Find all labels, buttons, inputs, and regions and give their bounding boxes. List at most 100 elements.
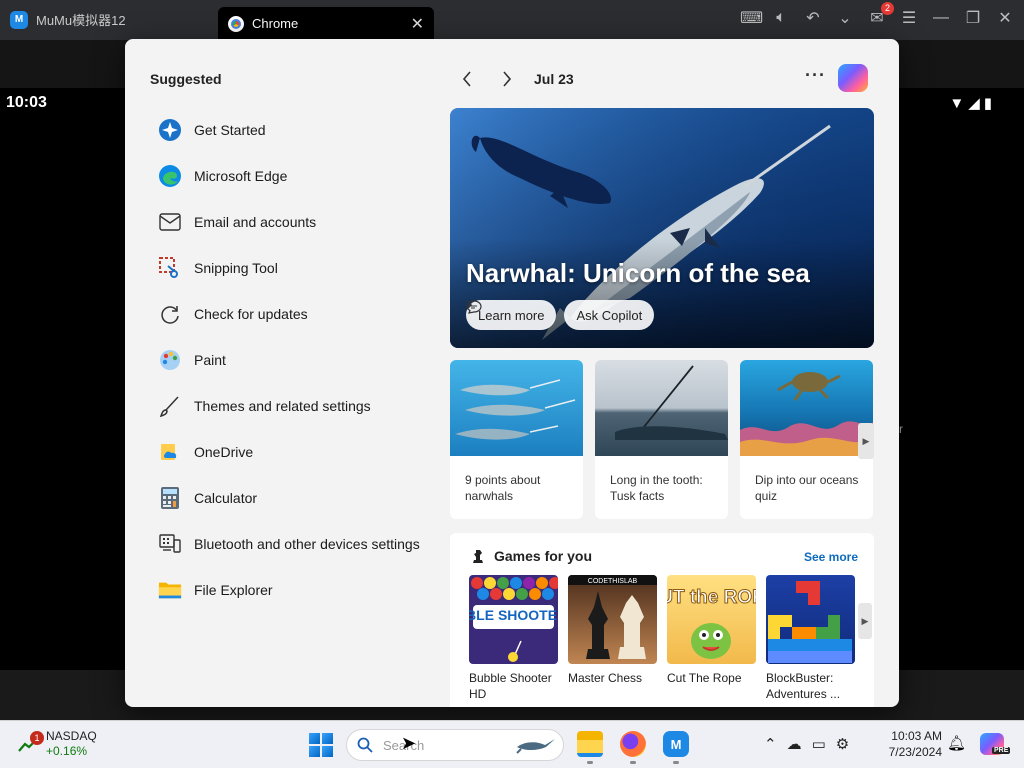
article-card[interactable]: Long in the tooth: Tusk facts: [595, 360, 728, 519]
games-header: Games for you: [470, 548, 592, 564]
game-name: Master Chess: [568, 671, 643, 685]
scroll-right-button[interactable]: ▶: [858, 423, 874, 459]
volume-icon[interactable]: 🔈︎: [772, 9, 790, 27]
suggested-item-label: Email and accounts: [194, 214, 317, 230]
menu-icon[interactable]: ☰: [900, 8, 918, 28]
firefox-taskbar-icon[interactable]: [620, 731, 646, 757]
android-status-icons: ▼◢▮: [949, 94, 996, 112]
chevron-up-icon[interactable]: ⌃: [764, 735, 777, 753]
ask-copilot-button[interactable]: Ask Copilot: [466, 300, 655, 330]
firefox-running-indicator: [630, 761, 636, 764]
hero-title[interactable]: Narwhal: Unicorn of the sea: [466, 258, 810, 289]
restore-icon[interactable]: ❐: [964, 8, 982, 28]
see-more-link[interactable]: See more: [804, 550, 858, 564]
back-icon[interactable]: ↶: [804, 8, 822, 28]
suggested-item-onedrive[interactable]: OneDrive: [158, 429, 420, 475]
master-chess-art: CODETHISLAB: [568, 575, 657, 659]
calculator-icon: [158, 486, 182, 510]
suggested-item-calculator[interactable]: Calculator: [158, 475, 420, 521]
keyboard-icon[interactable]: ⌨: [740, 8, 763, 28]
paint-icon: [158, 348, 182, 372]
suggested-item-updates[interactable]: Check for updates: [158, 291, 420, 337]
display-icon[interactable]: ▭: [812, 735, 826, 753]
cloud-offline-icon[interactable]: ☁: [787, 735, 802, 753]
stock-widget[interactable]: 1 NASDAQ +0.16%: [18, 729, 97, 759]
close-tab-icon[interactable]: ✕: [411, 14, 424, 34]
suggested-item-label: File Explorer: [194, 582, 273, 598]
wifi-icon: ▼: [949, 95, 969, 112]
sea-turtle-image: [740, 372, 873, 456]
chevron-down-icon[interactable]: ⌄: [836, 8, 854, 28]
article-card[interactable]: Dip into our oceans quiz: [740, 360, 873, 519]
game-tile[interactable]: BlockBuster: Adventures ...: [766, 575, 855, 702]
suggested-item-snipping[interactable]: Snipping Tool: [158, 245, 420, 291]
games-section: Games for you See more BUBBLE SHOOTER HD: [450, 533, 874, 707]
background-text: r: [899, 422, 903, 436]
stock-badge: 1: [30, 731, 44, 745]
game-tile[interactable]: CUT the ROPE Cut The Rope: [667, 575, 756, 702]
file-explorer-running-indicator: [587, 761, 593, 764]
notifications-bell-icon[interactable]: 🔔︎: [947, 734, 966, 752]
blockbuster-art: [768, 581, 852, 663]
clock-date: 7/23/2024: [888, 745, 942, 759]
more-options-button[interactable]: ···: [805, 65, 826, 86]
folder-icon: [158, 578, 182, 602]
ask-copilot-label: Ask Copilot: [576, 307, 643, 323]
tab-chrome[interactable]: Chrome ✕: [218, 7, 434, 40]
stock-name: NASDAQ: [46, 729, 97, 743]
preview-badge: PRE: [992, 747, 1011, 754]
mumu-taskbar-icon[interactable]: M: [663, 731, 689, 757]
tab-chrome-label: Chrome: [252, 16, 299, 31]
previous-day-button[interactable]: [457, 67, 477, 91]
bubble-shooter-thumb-text: BUBBLE SHOOTER HD: [469, 607, 558, 623]
card-title: 9 points about narwhals: [465, 473, 541, 503]
game-tile[interactable]: CODETHISLAB Master Chess: [568, 575, 657, 702]
suggested-item-get-started[interactable]: Get Started: [158, 107, 420, 153]
tusk-image: [615, 365, 728, 440]
mail-icon: [158, 210, 182, 234]
chess-icon: [473, 550, 483, 563]
suggested-list: Get Started Microsoft Edge Email and acc…: [158, 107, 420, 613]
game-thumb-cut-the-rope: CUT the ROPE: [667, 575, 756, 664]
suggested-item-paint[interactable]: Paint: [158, 337, 420, 383]
suggested-item-label: Microsoft Edge: [194, 168, 288, 184]
article-cards: 9 points about narwhals Long in the toot…: [450, 360, 873, 519]
games-scroll-right-button[interactable]: ▶: [858, 603, 872, 639]
game-name: Cut The Rope: [667, 671, 742, 685]
narwhal-group-image: [455, 379, 576, 440]
taskbar-clock[interactable]: 10:03 AM 7/23/2024: [880, 728, 942, 760]
card-image-tusk: [595, 360, 728, 456]
next-day-button[interactable]: [497, 67, 517, 91]
hero-gradient: [450, 238, 874, 348]
signal-icon: ◢: [968, 95, 984, 112]
onedrive-icon: [158, 440, 182, 464]
taskbar-search-box[interactable]: Search: [346, 729, 564, 761]
windows-start-icon[interactable]: [309, 733, 333, 757]
hero-story[interactable]: Narwhal: Unicorn of the sea Learn more A…: [450, 108, 874, 348]
game-tile[interactable]: BUBBLE SHOOTER HD Bubble Shooter HD: [469, 575, 558, 702]
suggested-item-file-explorer[interactable]: File Explorer: [158, 567, 420, 613]
suggested-item-email[interactable]: Email and accounts: [158, 199, 420, 245]
suggested-item-themes[interactable]: Themes and related settings: [158, 383, 420, 429]
system-tray: ⌃ ☁ ▭ ⚙: [764, 735, 849, 753]
mumu-running-indicator: [673, 761, 679, 764]
master-chess-thumb-text: CODETHISLAB: [588, 578, 638, 585]
emulator-app-title: MuMu模拟器12: [36, 13, 126, 28]
minimize-icon[interactable]: —: [932, 9, 950, 27]
suggested-item-bluetooth[interactable]: Bluetooth and other devices settings: [158, 521, 420, 567]
chevron-right-icon: [503, 71, 512, 87]
close-icon[interactable]: ✕: [996, 8, 1014, 28]
game-name: Bubble Shooter HD: [469, 671, 552, 701]
narwhal-search-icon: [516, 739, 555, 754]
edge-icon: [158, 164, 182, 188]
copilot-icon[interactable]: [838, 64, 868, 92]
file-explorer-taskbar-icon[interactable]: [577, 731, 603, 757]
mail-badge: 2: [881, 2, 894, 15]
article-card[interactable]: 9 points about narwhals: [450, 360, 583, 519]
feed-date: Jul 23: [534, 71, 574, 87]
suggested-item-edge[interactable]: Microsoft Edge: [158, 153, 420, 199]
network-icon[interactable]: ⚙: [836, 735, 849, 753]
mail-icon[interactable]: ✉ 2: [868, 2, 894, 28]
search-icon: [357, 737, 373, 753]
emulator-app-tab[interactable]: M MuMu模拟器12: [10, 10, 126, 29]
